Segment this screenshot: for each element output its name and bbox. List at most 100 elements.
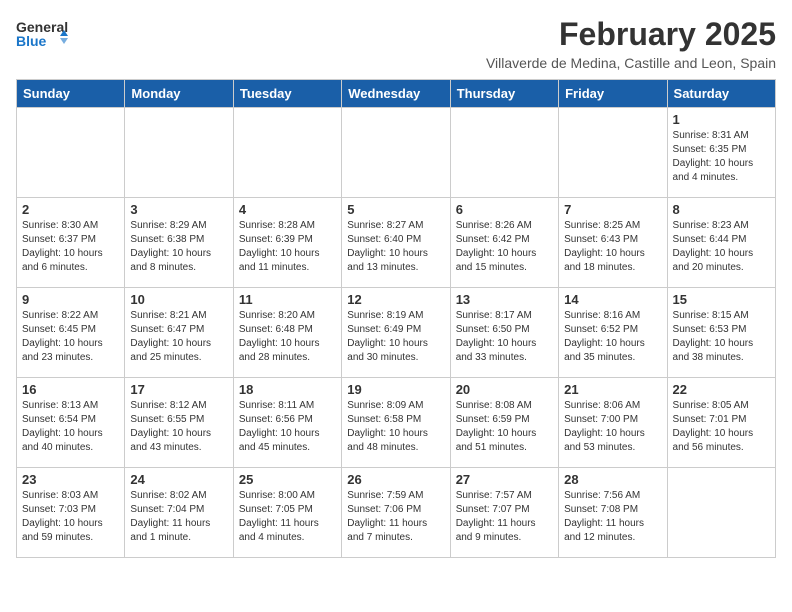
calendar-week-2: 2Sunrise: 8:30 AM Sunset: 6:37 PM Daylig… (17, 198, 776, 288)
weekday-header-sunday: Sunday (17, 80, 125, 108)
day-info: Sunrise: 8:06 AM Sunset: 7:00 PM Dayligh… (564, 399, 661, 455)
day-info: Sunrise: 8:28 AM Sunset: 6:39 PM Dayligh… (239, 219, 336, 275)
day-number: 19 (347, 382, 444, 397)
day-number: 20 (456, 382, 553, 397)
location: Villaverde de Medina, Castille and Leon,… (486, 55, 776, 71)
svg-text:Blue: Blue (16, 33, 47, 49)
calendar-cell: 22 Sunrise: 8:05 AM Sunset: 7:01 PM Dayli… (667, 378, 775, 468)
calendar-cell: 7 Sunrise: 8:25 AM Sunset: 6:43 PM Daylig… (559, 198, 667, 288)
day-info: Sunrise: 8:26 AM Sunset: 6:42 PM Dayligh… (456, 219, 553, 275)
day-info: Sunrise: 8:31 AM Sunset: 6:35 PM Dayligh… (673, 129, 770, 185)
day-info: Sunrise: 8:11 AM Sunset: 6:56 PM Dayligh… (239, 399, 336, 455)
day-info: Sunrise: 8:16 AM Sunset: 6:52 PM Dayligh… (564, 309, 661, 365)
day-info: Sunrise: 8:29 AM Sunset: 6:38 PM Dayligh… (130, 219, 227, 275)
calendar-week-3: 9 Sunrise: 8:22 AM Sunset: 6:45 PM Daylig… (17, 288, 776, 378)
day-number: 14 (564, 292, 661, 307)
calendar-cell: 9 Sunrise: 8:22 AM Sunset: 6:45 PM Daylig… (17, 288, 125, 378)
day-number: 22 (673, 382, 770, 397)
calendar-cell: 17 Sunrise: 8:12 AM Sunset: 6:55 PM Dayli… (125, 378, 233, 468)
calendar-table: SundayMondayTuesdayWednesdayThursdayFrid… (16, 79, 776, 558)
calendar-cell: 23 Sunrise: 8:03 AM Sunset: 7:03 PM Dayli… (17, 468, 125, 558)
day-number: 4 (239, 202, 336, 217)
day-info: Sunrise: 8:21 AM Sunset: 6:47 PM Dayligh… (130, 309, 227, 365)
day-info: Sunrise: 7:57 AM Sunset: 7:07 PM Dayligh… (456, 489, 553, 545)
calendar-cell: 3 Sunrise: 8:29 AM Sunset: 6:38 PM Daylig… (125, 198, 233, 288)
calendar-cell: 20Sunrise: 8:08 AM Sunset: 6:59 PM Dayli… (450, 378, 558, 468)
calendar-week-1: 1 Sunrise: 8:31 AM Sunset: 6:35 PM Daylig… (17, 108, 776, 198)
day-number: 16 (22, 382, 119, 397)
day-number: 13 (456, 292, 553, 307)
day-number: 25 (239, 472, 336, 487)
day-info: Sunrise: 8:23 AM Sunset: 6:44 PM Dayligh… (673, 219, 770, 275)
day-number: 5 (347, 202, 444, 217)
calendar-cell: 27 Sunrise: 7:57 AM Sunset: 7:07 PM Dayli… (450, 468, 558, 558)
page-header: General Blue February 2025 Villaverde de… (16, 16, 776, 71)
calendar-header-row: SundayMondayTuesdayWednesdayThursdayFrid… (17, 80, 776, 108)
calendar-cell (342, 108, 450, 198)
day-info: Sunrise: 8:19 AM Sunset: 6:49 PM Dayligh… (347, 309, 444, 365)
month-year: February 2025 (486, 16, 776, 53)
calendar-cell: 25 Sunrise: 8:00 AM Sunset: 7:05 PM Dayli… (233, 468, 341, 558)
calendar-cell: 28 Sunrise: 7:56 AM Sunset: 7:08 PM Dayli… (559, 468, 667, 558)
weekday-header-thursday: Thursday (450, 80, 558, 108)
calendar-cell: 5 Sunrise: 8:27 AM Sunset: 6:40 PM Daylig… (342, 198, 450, 288)
calendar-cell (559, 108, 667, 198)
day-info: Sunrise: 8:03 AM Sunset: 7:03 PM Dayligh… (22, 489, 119, 545)
day-number: 18 (239, 382, 336, 397)
calendar-week-5: 23 Sunrise: 8:03 AM Sunset: 7:03 PM Dayli… (17, 468, 776, 558)
day-info: Sunrise: 8:25 AM Sunset: 6:43 PM Dayligh… (564, 219, 661, 275)
day-number: 23 (22, 472, 119, 487)
day-number: 15 (673, 292, 770, 307)
logo: General Blue (16, 16, 68, 57)
day-info: Sunrise: 8:15 AM Sunset: 6:53 PM Dayligh… (673, 309, 770, 365)
calendar-cell: 13 Sunrise: 8:17 AM Sunset: 6:50 PM Dayli… (450, 288, 558, 378)
day-info: Sunrise: 7:56 AM Sunset: 7:08 PM Dayligh… (564, 489, 661, 545)
calendar-cell (667, 468, 775, 558)
calendar-cell (450, 108, 558, 198)
calendar-cell: 8 Sunrise: 8:23 AM Sunset: 6:44 PM Daylig… (667, 198, 775, 288)
day-number: 10 (130, 292, 227, 307)
calendar-cell: 19 Sunrise: 8:09 AM Sunset: 6:58 PM Dayli… (342, 378, 450, 468)
day-info: Sunrise: 8:22 AM Sunset: 6:45 PM Dayligh… (22, 309, 119, 365)
calendar-cell: 10 Sunrise: 8:21 AM Sunset: 6:47 PM Dayli… (125, 288, 233, 378)
day-number: 1 (673, 112, 770, 127)
calendar-cell: 16 Sunrise: 8:13 AM Sunset: 6:54 PM Dayli… (17, 378, 125, 468)
day-info: Sunrise: 8:05 AM Sunset: 7:01 PM Dayligh… (673, 399, 770, 455)
day-number: 3 (130, 202, 227, 217)
calendar-cell: 4 Sunrise: 8:28 AM Sunset: 6:39 PM Daylig… (233, 198, 341, 288)
calendar-cell: 24Sunrise: 8:02 AM Sunset: 7:04 PM Dayli… (125, 468, 233, 558)
day-info: Sunrise: 8:13 AM Sunset: 6:54 PM Dayligh… (22, 399, 119, 455)
day-info: Sunrise: 8:09 AM Sunset: 6:58 PM Dayligh… (347, 399, 444, 455)
weekday-header-monday: Monday (125, 80, 233, 108)
day-number: 17 (130, 382, 227, 397)
calendar-cell (125, 108, 233, 198)
calendar-cell: 1 Sunrise: 8:31 AM Sunset: 6:35 PM Daylig… (667, 108, 775, 198)
calendar-cell: 2Sunrise: 8:30 AM Sunset: 6:37 PM Daylig… (17, 198, 125, 288)
day-info: Sunrise: 8:27 AM Sunset: 6:40 PM Dayligh… (347, 219, 444, 275)
calendar-week-4: 16 Sunrise: 8:13 AM Sunset: 6:54 PM Dayli… (17, 378, 776, 468)
day-number: 8 (673, 202, 770, 217)
calendar-cell: 6 Sunrise: 8:26 AM Sunset: 6:42 PM Daylig… (450, 198, 558, 288)
weekday-header-wednesday: Wednesday (342, 80, 450, 108)
day-info: Sunrise: 7:59 AM Sunset: 7:06 PM Dayligh… (347, 489, 444, 545)
day-number: 6 (456, 202, 553, 217)
weekday-header-saturday: Saturday (667, 80, 775, 108)
calendar-body: 1 Sunrise: 8:31 AM Sunset: 6:35 PM Daylig… (17, 108, 776, 558)
weekday-header-tuesday: Tuesday (233, 80, 341, 108)
day-info: Sunrise: 8:12 AM Sunset: 6:55 PM Dayligh… (130, 399, 227, 455)
calendar-cell: 21Sunrise: 8:06 AM Sunset: 7:00 PM Dayli… (559, 378, 667, 468)
day-number: 28 (564, 472, 661, 487)
logo-icon: General Blue (16, 16, 68, 52)
calendar-cell (233, 108, 341, 198)
day-number: 27 (456, 472, 553, 487)
day-number: 12 (347, 292, 444, 307)
day-info: Sunrise: 8:02 AM Sunset: 7:04 PM Dayligh… (130, 489, 227, 545)
day-info: Sunrise: 8:17 AM Sunset: 6:50 PM Dayligh… (456, 309, 553, 365)
day-number: 2 (22, 202, 119, 217)
day-info: Sunrise: 8:00 AM Sunset: 7:05 PM Dayligh… (239, 489, 336, 545)
day-number: 9 (22, 292, 119, 307)
day-number: 7 (564, 202, 661, 217)
day-info: Sunrise: 8:20 AM Sunset: 6:48 PM Dayligh… (239, 309, 336, 365)
calendar-cell: 11Sunrise: 8:20 AM Sunset: 6:48 PM Dayli… (233, 288, 341, 378)
title-block: February 2025 Villaverde de Medina, Cast… (486, 16, 776, 71)
